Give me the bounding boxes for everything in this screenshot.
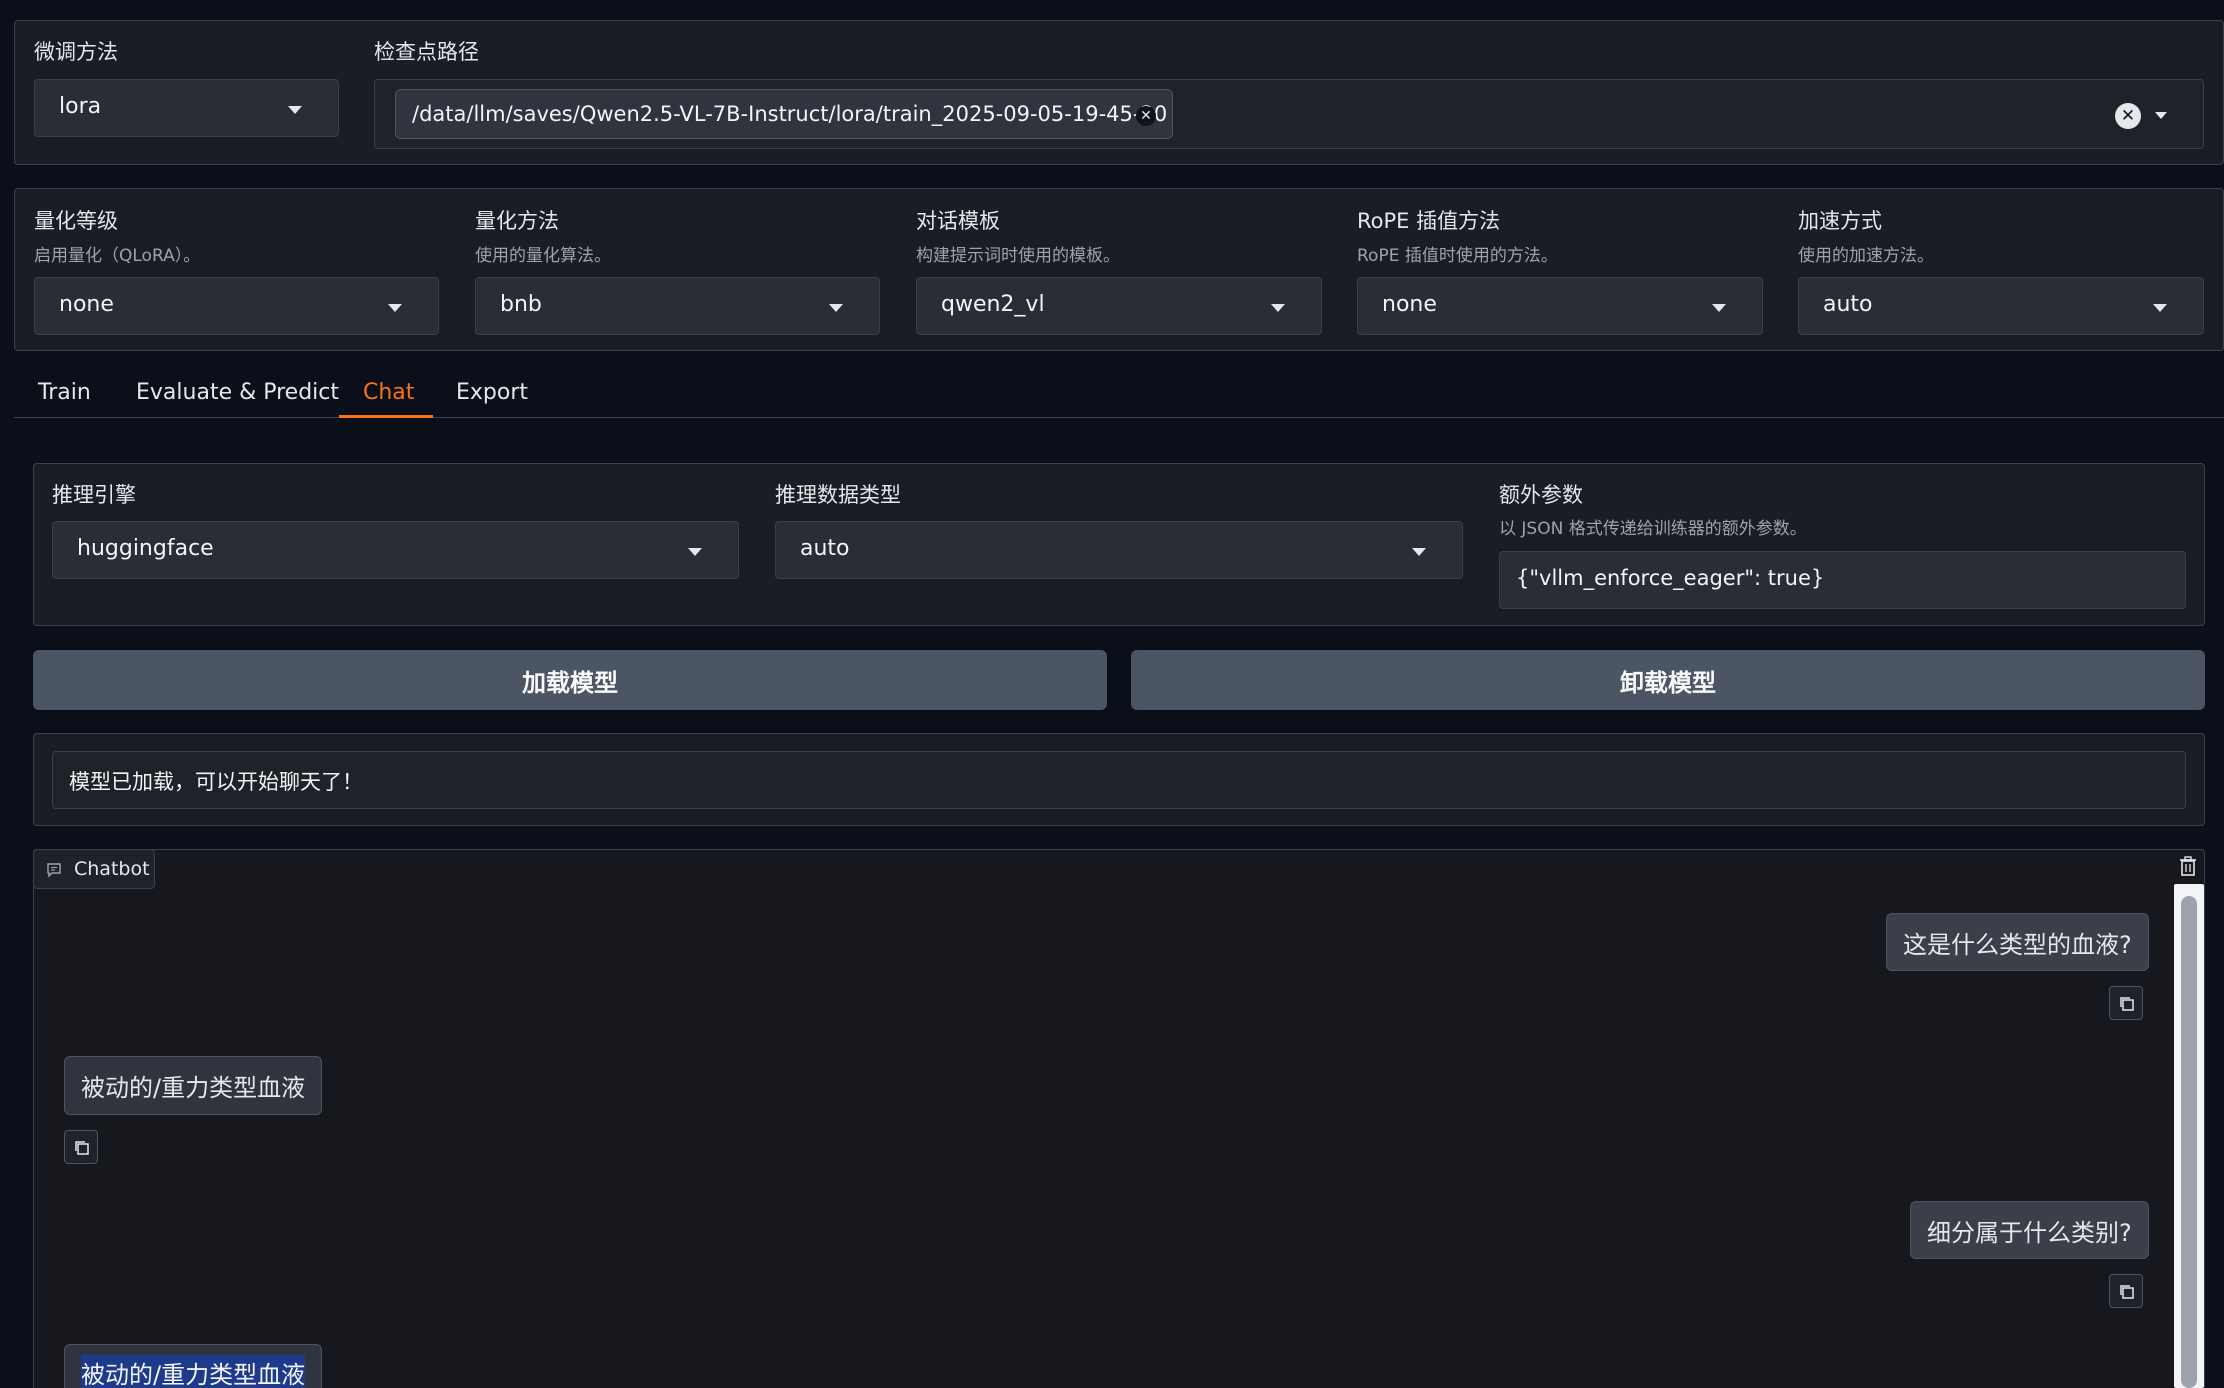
copy-icon bbox=[2120, 1285, 2134, 1299]
tab-chat[interactable]: Chat bbox=[363, 380, 414, 405]
quant-level-label: 量化等级 bbox=[34, 209, 118, 233]
user-message: 细分属于什么类别? bbox=[1910, 1201, 2149, 1259]
checkpoint-path-label: 检查点路径 bbox=[374, 40, 479, 64]
selected-text: 被动的/重力类型血液 bbox=[81, 1354, 306, 1388]
extra-args-label: 额外参数 bbox=[1499, 483, 1583, 507]
chevron-down-icon bbox=[388, 304, 402, 312]
infer-dtype-value: auto bbox=[800, 536, 850, 561]
booster-select[interactable]: auto bbox=[1798, 277, 2204, 335]
checkpoint-path-select[interactable]: /data/llm/saves/Qwen2.5-VL-7B-Instruct/l… bbox=[374, 79, 2204, 149]
chevron-down-icon bbox=[1712, 304, 1726, 312]
active-tab-indicator bbox=[339, 415, 433, 418]
quant-method-select[interactable]: bnb bbox=[475, 277, 880, 335]
trash-icon bbox=[2180, 856, 2196, 876]
rope-scaling-label: RoPE 插值方法 bbox=[1357, 209, 1501, 233]
chevron-down-icon bbox=[688, 548, 702, 556]
infer-dtype-select[interactable]: auto bbox=[775, 521, 1463, 579]
rope-scaling-select[interactable]: none bbox=[1357, 277, 1763, 335]
copy-icon bbox=[75, 1141, 89, 1155]
finetune-method-select[interactable]: lora bbox=[34, 79, 339, 137]
chatbot-label: Chatbot bbox=[74, 858, 150, 880]
booster-label: 加速方式 bbox=[1798, 209, 1882, 233]
extra-args-value: {"vllm_enforce_eager": true} bbox=[1516, 566, 1825, 590]
infer-engine-label: 推理引擎 bbox=[52, 483, 136, 507]
chevron-down-icon bbox=[288, 106, 302, 114]
infer-dtype-label: 推理数据类型 bbox=[775, 483, 901, 507]
chat-template-value: qwen2_vl bbox=[941, 292, 1045, 317]
chat-template-label: 对话模板 bbox=[916, 209, 1000, 233]
chip-remove-icon[interactable]: ✕ bbox=[1136, 106, 1156, 126]
chat-template-hint: 构建提示词时使用的模板。 bbox=[916, 246, 1120, 266]
chatbot-tab-label: Chatbot bbox=[33, 849, 155, 889]
chat-scrollbar-thumb[interactable] bbox=[2181, 896, 2197, 1388]
status-text: 模型已加载，可以开始聊天了！ bbox=[69, 770, 363, 794]
checkpoint-chip-text: /data/llm/saves/Qwen2.5-VL-7B-Instruct/l… bbox=[412, 102, 1168, 126]
extra-args-hint: 以 JSON 格式传递给训练器的额外参数。 bbox=[1499, 519, 1807, 539]
tab-export[interactable]: Export bbox=[456, 380, 528, 405]
quant-level-select[interactable]: none bbox=[34, 277, 439, 335]
rope-scaling-value: none bbox=[1382, 292, 1437, 317]
assistant-message: 被动的/重力类型血液 bbox=[64, 1056, 323, 1115]
tab-train[interactable]: Train bbox=[38, 380, 91, 405]
chevron-down-icon bbox=[1271, 304, 1285, 312]
quant-method-label: 量化方法 bbox=[475, 209, 559, 233]
infer-engine-select[interactable]: huggingface bbox=[52, 521, 739, 579]
infer-engine-value: huggingface bbox=[77, 536, 214, 561]
chat-bubble-icon bbox=[47, 863, 61, 878]
quant-level-hint: 启用量化（QLoRA）。 bbox=[34, 246, 201, 266]
chat-scrollbar-track[interactable] bbox=[2174, 884, 2204, 1388]
clear-chat-button[interactable] bbox=[2176, 853, 2200, 879]
chevron-down-icon[interactable] bbox=[2155, 112, 2167, 119]
chevron-down-icon bbox=[1412, 548, 1426, 556]
booster-hint: 使用的加速方法。 bbox=[1798, 246, 1934, 266]
copy-button[interactable] bbox=[64, 1130, 98, 1164]
finetune-method-label: 微调方法 bbox=[34, 40, 118, 64]
unload-model-button[interactable]: 卸载模型 bbox=[1131, 650, 2205, 710]
quant-level-value: none bbox=[59, 292, 114, 317]
copy-icon bbox=[2120, 997, 2134, 1011]
extra-args-input[interactable]: {"vllm_enforce_eager": true} bbox=[1499, 551, 2186, 609]
copy-button[interactable] bbox=[2109, 1274, 2143, 1308]
clear-icon[interactable]: ✕ bbox=[2115, 103, 2141, 129]
tab-evaluate-predict[interactable]: Evaluate & Predict bbox=[136, 380, 339, 405]
quant-method-hint: 使用的量化算法。 bbox=[475, 246, 611, 266]
load-model-button[interactable]: 加载模型 bbox=[33, 650, 1107, 710]
assistant-message: 被动的/重力类型血液 bbox=[64, 1344, 323, 1388]
chat-template-select[interactable]: qwen2_vl bbox=[916, 277, 1322, 335]
user-message: 这是什么类型的血液? bbox=[1886, 913, 2149, 971]
rope-scaling-hint: RoPE 插值时使用的方法。 bbox=[1357, 246, 1558, 266]
finetune-method-value: lora bbox=[59, 94, 102, 119]
quant-method-value: bnb bbox=[500, 292, 542, 317]
chatbot-panel bbox=[33, 849, 2205, 1388]
booster-value: auto bbox=[1823, 292, 1873, 317]
status-textbox: 模型已加载，可以开始聊天了！ bbox=[52, 751, 2186, 809]
checkpoint-chip[interactable]: /data/llm/saves/Qwen2.5-VL-7B-Instruct/l… bbox=[395, 89, 1173, 139]
copy-button[interactable] bbox=[2109, 986, 2143, 1020]
chevron-down-icon bbox=[2153, 304, 2167, 312]
chevron-down-icon bbox=[829, 304, 843, 312]
